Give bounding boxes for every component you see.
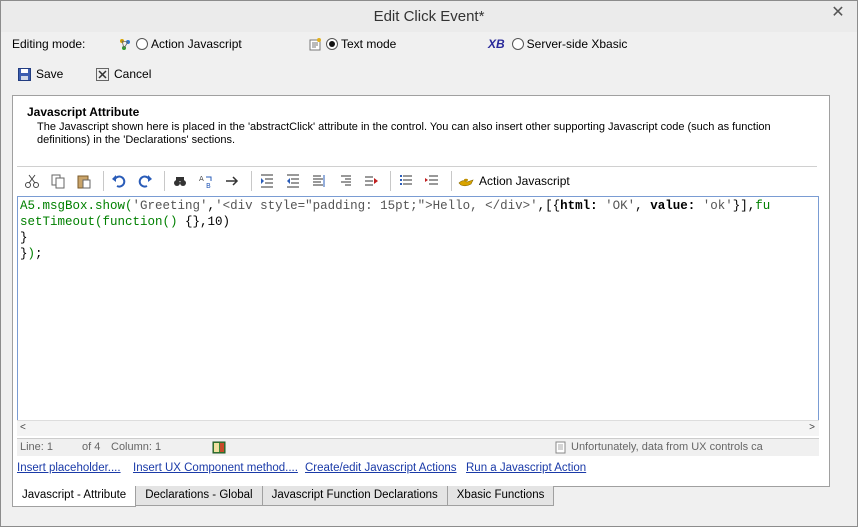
mode-option-label: Action Javascript [151, 37, 242, 51]
mode-option-action-javascript[interactable]: Action Javascript [117, 35, 242, 53]
cut-button[interactable] [21, 170, 43, 192]
tab-xbasic-functions[interactable]: Xbasic Functions [446, 486, 555, 506]
tab-declarations-global[interactable]: Declarations - Global [135, 486, 263, 506]
action-row: Save Cancel [1, 65, 857, 85]
scroll-right-icon[interactable]: > [809, 422, 815, 433]
toolbar-separator [251, 170, 252, 191]
replace-icon: AB [199, 175, 212, 189]
toolbar-separator [451, 170, 452, 191]
edit-click-event-dialog: Edit Click Event* ✕ Editing mode: Action… [0, 0, 858, 527]
goto-button[interactable] [221, 170, 243, 192]
action-javascript-button[interactable]: Action Javascript [458, 174, 570, 188]
list-button[interactable] [395, 170, 417, 192]
save-button[interactable]: Save [18, 67, 63, 81]
tab-javascript-attribute[interactable]: Javascript - Attribute [12, 486, 137, 507]
panel-description: The Javascript shown here is placed in t… [37, 121, 771, 146]
close-button[interactable]: ✕ [825, 3, 851, 23]
create-edit-javascript-actions-link[interactable]: Create/edit Javascript Actions [305, 462, 457, 474]
scroll-left-icon[interactable]: < [20, 422, 26, 433]
indent-button[interactable] [256, 170, 278, 192]
close-icon[interactable]: ✕ [831, 4, 844, 21]
outdent-button[interactable] [282, 170, 304, 192]
paste-icon [77, 175, 91, 188]
outdent-icon [287, 174, 299, 187]
editor-toolbar: AB Action Javascript [17, 166, 817, 194]
redo-button[interactable] [134, 170, 156, 192]
comment-button[interactable] [360, 170, 382, 192]
snippet-icon [425, 175, 438, 184]
mode-option-label: Text mode [341, 37, 397, 51]
svg-text:A: A [199, 175, 204, 183]
javascript-attribute-panel: Javascript Attribute The Javascript show… [12, 95, 830, 487]
copy-icon [51, 174, 65, 188]
undo-icon [112, 174, 126, 188]
snippet-button[interactable] [421, 170, 443, 192]
arrow-right-icon [226, 175, 239, 186]
radio-text-mode[interactable] [326, 38, 338, 50]
svg-text:B: B [206, 182, 211, 189]
indent-icon [261, 174, 273, 187]
helper-links: Insert placeholder.... Insert UX Compone… [17, 462, 837, 478]
status-column: Column: 1 [111, 441, 162, 453]
status-line-count: of 4 [82, 441, 101, 453]
title-bar: Edit Click Event* ✕ [1, 1, 857, 32]
editor-status-bar: Line: 1 of 4 Column: 1 Unfortunately, da… [17, 438, 819, 456]
action-javascript-icon [120, 39, 130, 50]
cancel-button[interactable]: Cancel [96, 67, 151, 81]
tab-javascript-function-declarations[interactable]: Javascript Function Declarations [261, 486, 448, 506]
cancel-label: Cancel [114, 67, 152, 81]
book-icon[interactable] [212, 441, 226, 454]
toolbar-separator [164, 170, 165, 191]
mode-option-label: Server-side Xbasic [526, 37, 628, 51]
undo-button[interactable] [108, 170, 130, 192]
list-icon [400, 174, 412, 185]
align-right-button[interactable] [334, 170, 356, 192]
code-editor[interactable]: A5.msgBox.show('Greeting','<div style="p… [17, 196, 819, 434]
panel-title: Javascript Attribute [27, 105, 140, 119]
cancel-icon [96, 67, 109, 81]
mode-option-text[interactable]: Text mode [307, 35, 396, 53]
status-message: Unfortunately, data from UX controls ca [571, 441, 763, 453]
format-button[interactable] [308, 170, 330, 192]
radio-action-javascript[interactable] [136, 38, 148, 50]
insert-ux-component-method-link[interactable]: Insert UX Component method.... [133, 462, 298, 474]
comment-block-icon [365, 176, 378, 185]
document-icon [555, 441, 566, 454]
code-content[interactable]: A5.msgBox.show('Greeting','<div style="p… [18, 197, 818, 263]
action-javascript-label: Action Javascript [479, 173, 570, 188]
editing-mode-label: Editing mode: [12, 37, 86, 51]
align-right-icon [341, 175, 351, 185]
radio-xbasic[interactable] [511, 38, 524, 50]
status-line: Line: 1 [20, 441, 54, 453]
save-label: Save [36, 67, 64, 81]
editor-horizontal-scrollbar[interactable]: < > [17, 420, 819, 436]
window-title: Edit Click Event* [373, 8, 485, 25]
cut-icon [25, 174, 39, 188]
copy-button[interactable] [47, 170, 69, 192]
save-icon [18, 67, 31, 81]
redo-icon [138, 174, 152, 188]
replace-button[interactable]: AB [195, 170, 217, 192]
text-mode-icon [309, 38, 321, 51]
toolbar-separator [390, 170, 391, 191]
insert-placeholder-link[interactable]: Insert placeholder.... [17, 462, 121, 474]
editing-mode-row: Editing mode: Action Javascript Text mod… [1, 32, 857, 56]
binoculars-icon [174, 176, 186, 186]
bottom-tabs: Javascript - Attribute Declarations - Gl… [12, 486, 555, 508]
mode-option-xbasic[interactable]: XB Server-side Xbasic [488, 35, 627, 53]
format-icon [313, 174, 325, 187]
find-button[interactable] [169, 170, 191, 192]
genie-lamp-icon [458, 178, 474, 186]
xbasic-icon: XB [488, 37, 505, 51]
run-javascript-action-link[interactable]: Run a Javascript Action [466, 462, 586, 474]
toolbar-separator [103, 170, 104, 191]
paste-button[interactable] [73, 170, 95, 192]
